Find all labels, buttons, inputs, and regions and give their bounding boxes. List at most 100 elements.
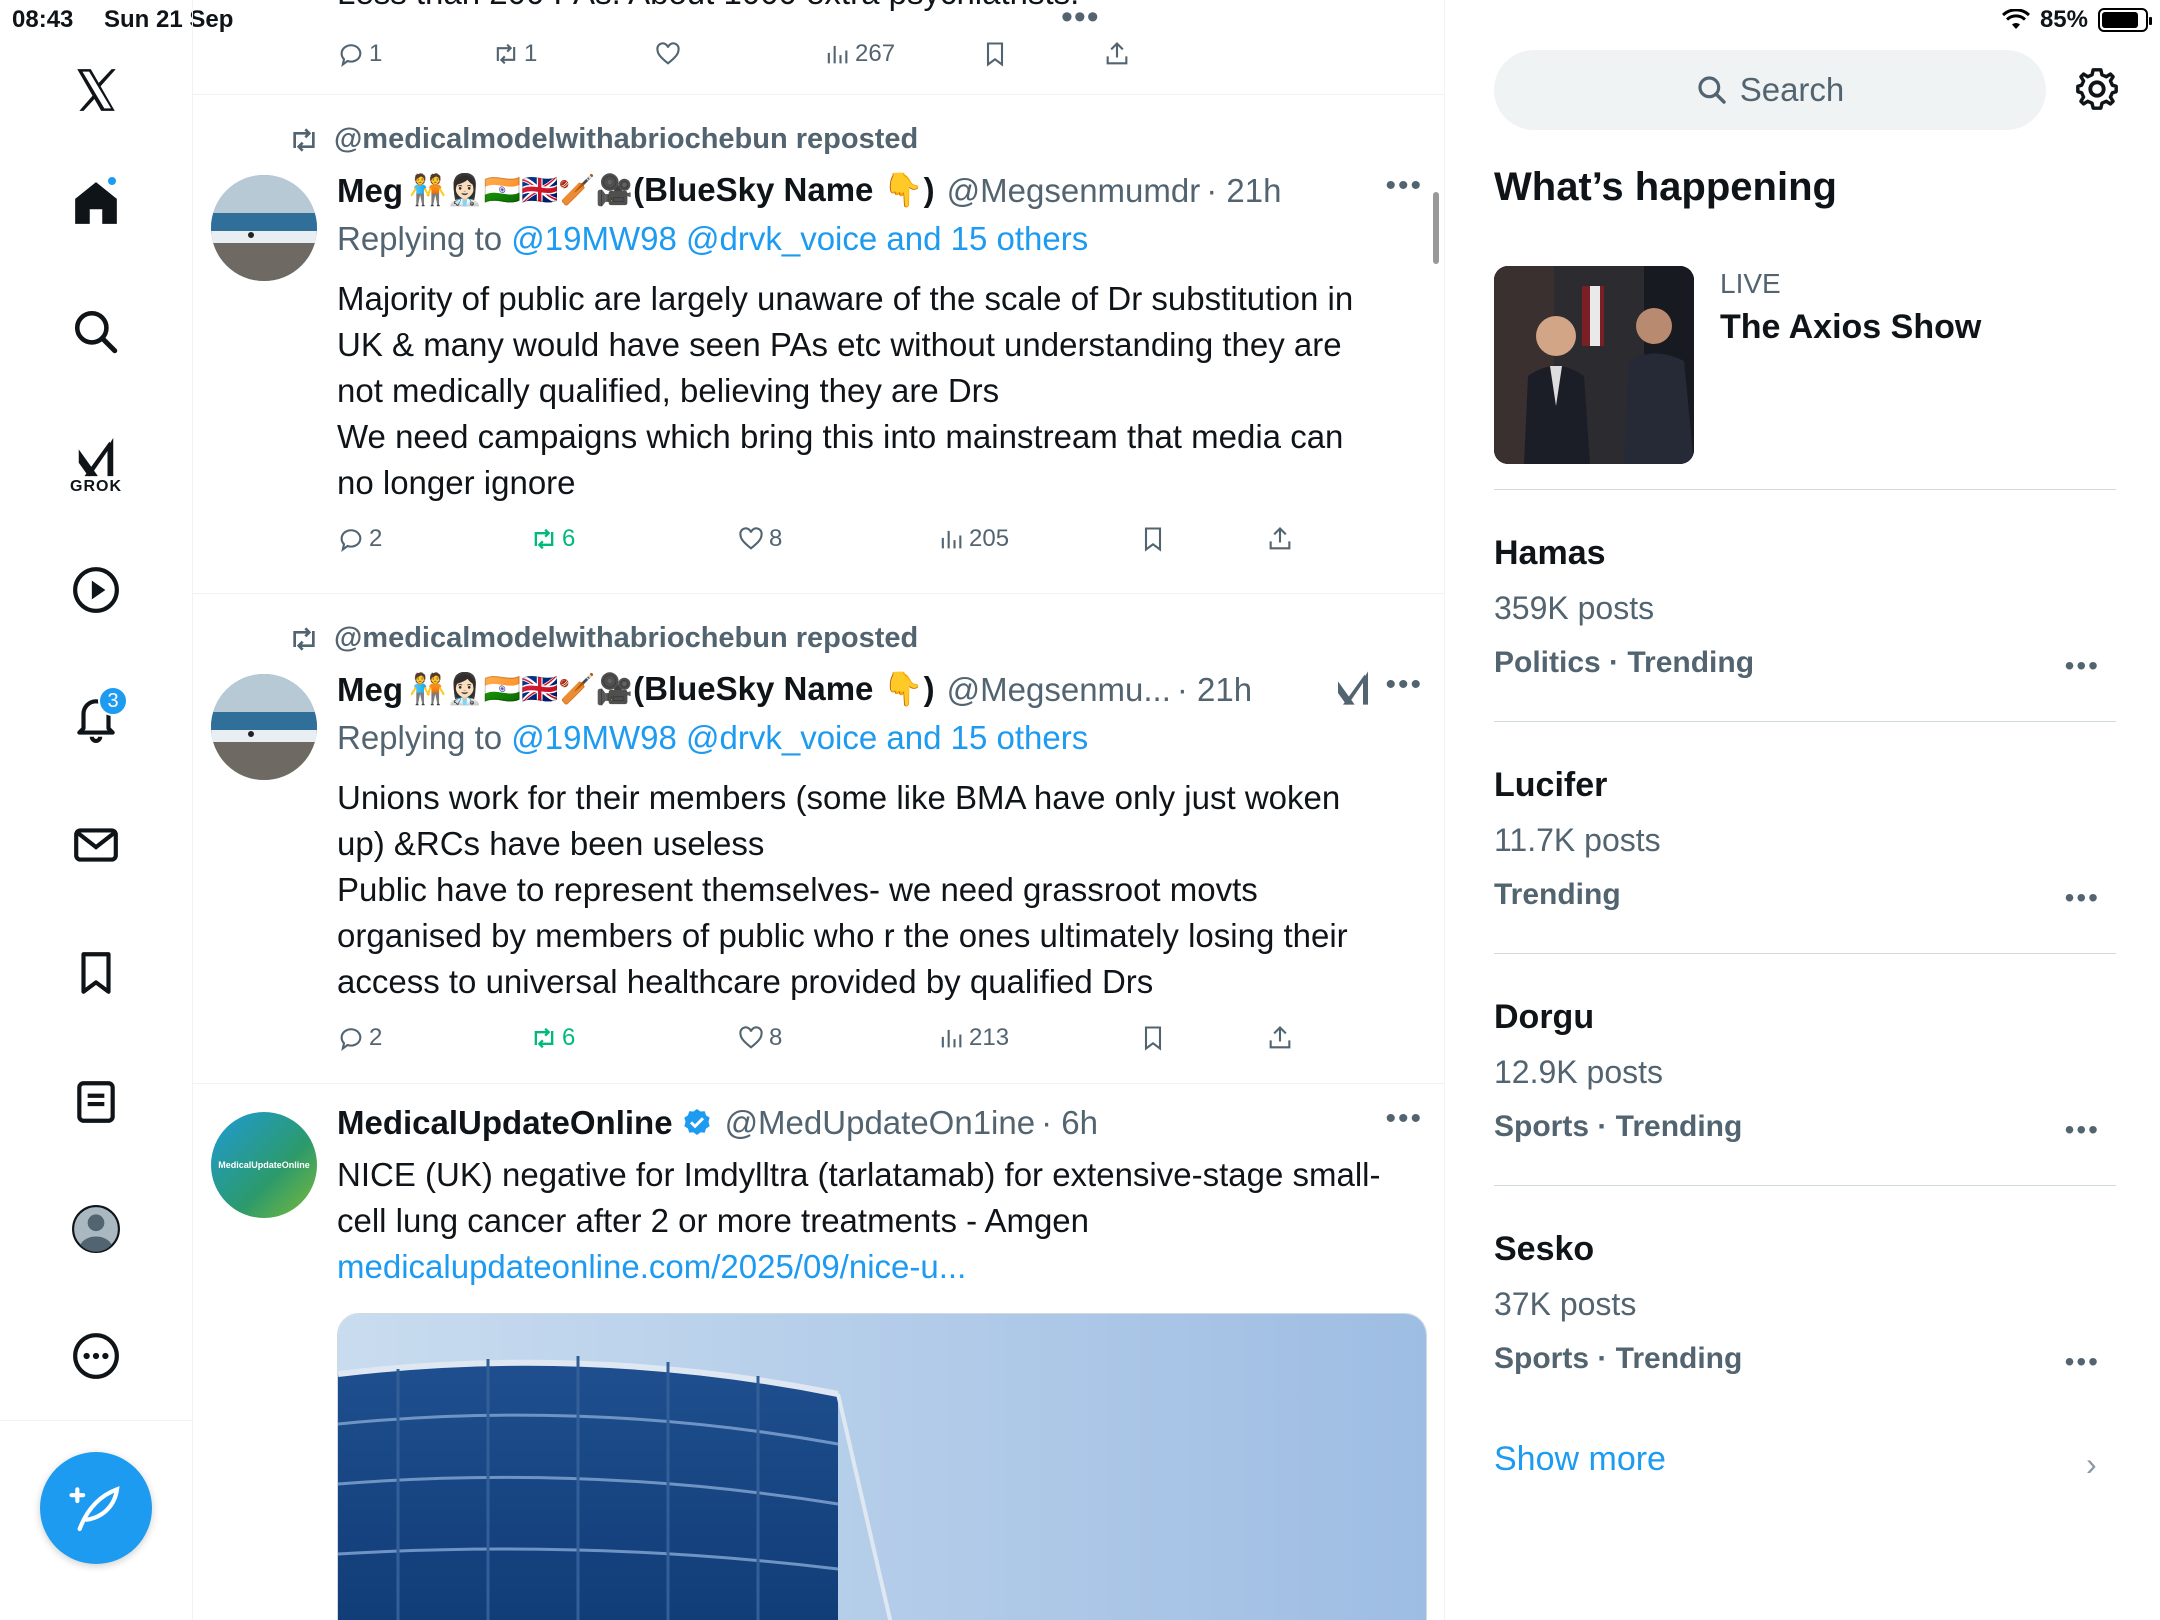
views-button[interactable]: 213 [937, 1024, 1009, 1052]
reply-button[interactable]: 2 [337, 525, 382, 553]
author-handle[interactable]: @MedUpdateOn1ine [725, 1104, 1036, 1142]
trend-more-icon[interactable]: ••• [2065, 1346, 2100, 1378]
author-name[interactable]: Meg [337, 671, 403, 709]
share-button[interactable] [1266, 1024, 1294, 1052]
profile-avatar-icon[interactable] [56, 1189, 136, 1269]
author-name[interactable]: Meg [337, 172, 403, 210]
chevron-right-icon[interactable]: › [2086, 1446, 2097, 1483]
trend-item[interactable]: Sesko 37K posts Sports · Trending ••• [1494, 1186, 2116, 1418]
like-button[interactable]: 8 [737, 1024, 782, 1052]
search-box[interactable]: Search [1494, 50, 2046, 130]
repost-icon [534, 1027, 554, 1049]
tweet-more-icon[interactable]: ••• [1385, 668, 1423, 702]
trend-name: Lucifer [1494, 766, 1608, 804]
compose-post-button[interactable] [40, 1452, 152, 1564]
tweet-partial[interactable]: Less than 200 PAs. About 1000 extra psyc… [193, 0, 1444, 95]
tweet[interactable]: @medicalmodelwithabriochebun reposted Me… [193, 594, 1444, 1084]
user-avatar[interactable] [211, 175, 317, 281]
reply-icon [340, 529, 362, 553]
search-icon [1698, 76, 1726, 104]
repost-context: @medicalmodelwithabriochebun reposted [288, 622, 918, 655]
notifications-icon[interactable]: 3 [56, 678, 136, 758]
tweet-time[interactable]: · 21h [1177, 671, 1252, 709]
like-button[interactable]: 8 [737, 525, 782, 553]
bookmark-button[interactable] [1139, 525, 1167, 553]
reply-count: 2 [369, 1024, 383, 1051]
trend-item[interactable]: Lucifer 11.7K posts Trending ••• [1494, 722, 2116, 954]
replying-to: Replying to @19MW98 @drvk_voice and 15 o… [337, 220, 1088, 258]
user-avatar[interactable]: MedicalUpdateOnline [211, 1112, 317, 1218]
live-title[interactable]: The Axios Show [1720, 308, 1981, 347]
tweet-text-line: organised by members of public who r the… [337, 917, 1348, 954]
replying-to-users[interactable]: @19MW98 @drvk_voice and 15 others [511, 220, 1088, 257]
trend-category: Politics · Trending [1494, 646, 1755, 679]
show-more-link[interactable]: Show more [1494, 1440, 1666, 1479]
home-icon[interactable] [56, 163, 136, 243]
video-play-icon[interactable] [56, 550, 136, 630]
live-thumbnail [1494, 266, 1694, 464]
bookmarks-icon[interactable] [56, 933, 136, 1013]
trend-item[interactable]: Dorgu 12.9K posts Sports · Trending ••• [1494, 954, 2116, 1186]
trend-name: Dorgu [1494, 998, 1595, 1036]
reply-icon [340, 44, 362, 68]
tweet-more-icon[interactable]: ••• [1385, 1102, 1423, 1136]
drag-handle-dots[interactable]: ••• [1061, 0, 1100, 37]
lists-icon[interactable] [56, 1062, 136, 1142]
author-name[interactable]: MedicalUpdateOnline [337, 1104, 673, 1142]
reply-button[interactable]: 1 [337, 40, 382, 68]
replying-to-users[interactable]: @19MW98 @drvk_voice and 15 others [511, 719, 1088, 756]
tweet-time[interactable]: · 21h [1206, 172, 1281, 210]
views-button[interactable]: 267 [823, 40, 895, 68]
author-handle[interactable]: @Megsenmu... [947, 671, 1171, 709]
tweet-actions: 2 6 8 213 [337, 1024, 1337, 1064]
trend-more-icon[interactable]: ••• [2065, 882, 2100, 914]
grok-icon[interactable]: GROK [56, 420, 136, 510]
notifications-badge: 3 [98, 686, 128, 716]
views-count: 267 [855, 40, 896, 67]
x-logo-icon[interactable] [56, 50, 136, 130]
trend-more-icon[interactable]: ••• [2065, 650, 2100, 682]
like-count: 8 [769, 1024, 783, 1051]
tweet-link[interactable]: medicalupdateonline.com/2025/09/nice-u..… [337, 1244, 1427, 1290]
tweet-text-line: Majority of public are largely unaware o… [337, 280, 1354, 317]
feed-scrollbar[interactable] [1433, 192, 1439, 264]
search-icon[interactable] [56, 292, 136, 372]
heart-icon [739, 1026, 763, 1049]
tweet-actions: 2 6 8 205 [337, 525, 1337, 565]
bookmark-button[interactable] [1139, 1024, 1167, 1052]
trend-item[interactable]: Hamas 359K posts Politics · Trending ••• [1494, 490, 2116, 722]
bookmark-button[interactable] [981, 40, 1009, 68]
tweet[interactable]: @medicalmodelwithabriochebun reposted Me… [193, 95, 1444, 594]
more-options-icon[interactable] [56, 1316, 136, 1396]
repost-icon [293, 626, 315, 651]
share-button[interactable] [1103, 40, 1131, 68]
messages-icon[interactable] [56, 805, 136, 885]
repost-button[interactable]: 1 [492, 40, 537, 68]
repost-count: 6 [562, 525, 576, 552]
tweet-header: MedicalUpdateOnline @MedUpdateOn1ine · 6… [337, 1104, 1098, 1142]
repost-button[interactable]: 6 [530, 525, 575, 553]
tweet-text-line: no longer ignore [337, 464, 576, 501]
tweet-time[interactable]: · 6h [1041, 1104, 1098, 1142]
compose-feather-icon [69, 1486, 120, 1532]
settings-gear-icon[interactable] [2074, 66, 2120, 112]
trend-more-icon[interactable]: ••• [2065, 1114, 2100, 1146]
share-button[interactable] [1266, 525, 1294, 553]
bookmark-icon [1144, 1026, 1162, 1051]
replying-to-prefix: Replying to [337, 220, 503, 257]
repost-icon [293, 127, 315, 152]
like-button[interactable] [654, 40, 682, 68]
author-handle[interactable]: @Megsenmumdr [947, 172, 1201, 210]
live-event-card[interactable]: LIVE The Axios Show [1494, 266, 2116, 490]
timeline-feed[interactable]: Less than 200 PAs. About 1000 extra psyc… [193, 0, 1445, 1620]
grok-explain-icon[interactable] [1333, 668, 1373, 708]
avatar-logo-text: MedicalUpdateOnline [218, 1160, 310, 1170]
tweet-more-icon[interactable]: ••• [1385, 169, 1423, 203]
tweet-media-image[interactable] [337, 1313, 1427, 1620]
user-avatar[interactable] [211, 674, 317, 780]
share-icon [1106, 42, 1128, 65]
views-button[interactable]: 205 [937, 525, 1009, 553]
reply-button[interactable]: 2 [337, 1024, 382, 1052]
repost-button[interactable]: 6 [530, 1024, 575, 1052]
trend-posts: 11.7K posts [1494, 822, 1661, 858]
